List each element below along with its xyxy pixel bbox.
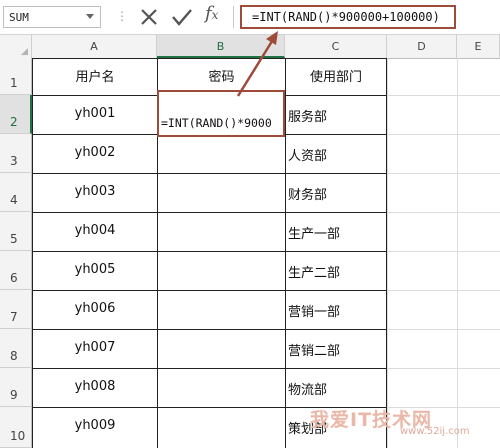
username-cell[interactable]: yh003 [33,184,157,199]
insert-function-icon[interactable]: fx [205,3,218,24]
row-header-5[interactable]: 5 [0,212,32,251]
row-header-7[interactable]: 7 [0,290,32,329]
select-all-button[interactable] [0,35,32,58]
formula-input[interactable]: =INT(RAND()*900000+100000) [240,5,456,29]
column-header-d[interactable]: D [387,35,457,58]
formula-text: =INT(RAND()*900000+100000) [252,10,440,24]
username-cell[interactable]: yh004 [33,223,157,238]
formula-divider [233,6,234,28]
row-header-4[interactable]: 4 [0,173,32,212]
department-cell[interactable]: 生产一部 [286,223,386,242]
annotation-arrow-icon [236,31,278,97]
column-header-c[interactable]: C [285,35,387,58]
header-department[interactable]: 使用部门 [286,66,386,85]
row-header-8[interactable]: 8 [0,329,32,368]
username-cell[interactable]: yh002 [33,145,157,160]
username-cell[interactable]: yh008 [33,379,157,394]
department-cell[interactable]: 营销二部 [286,340,386,359]
row-header-9[interactable]: 9 [0,368,32,407]
header-username[interactable]: 用户名 [33,66,157,85]
row-header-3[interactable]: 3 [0,134,32,173]
username-cell[interactable]: yh009 [33,418,157,433]
cancel-icon[interactable] [138,6,160,28]
active-cell-text: =INT(RAND()*9000 [161,116,272,130]
column-header-a[interactable]: A [32,35,157,58]
department-cell[interactable]: 财务部 [286,184,386,203]
chevron-down-icon[interactable] [86,14,94,19]
row-header-1[interactable]: 1 [0,58,32,95]
department-cell[interactable]: 营销一部 [286,301,386,320]
row-header-6[interactable]: 6 [0,251,32,290]
table-border-top [32,58,387,59]
username-cell[interactable]: yh007 [33,340,157,355]
department-cell[interactable]: 物流部 [286,379,386,398]
name-box[interactable]: SUM [3,6,101,28]
grip-icon: ⋮ [116,9,128,23]
row-header-10[interactable]: 10 [0,407,32,448]
check-icon[interactable] [170,6,194,28]
row-header-2[interactable]: 2 [0,95,32,134]
department-cell[interactable]: 服务部 [286,106,386,125]
username-cell[interactable]: yh006 [33,301,157,316]
watermark-url: www.52ij.com [400,426,470,437]
department-cell[interactable]: 生产二部 [286,262,386,281]
username-cell[interactable]: yh001 [33,106,157,121]
username-cell[interactable]: yh005 [33,262,157,277]
name-box-value: SUM [9,11,29,24]
column-header-e[interactable]: E [457,35,500,58]
department-cell[interactable]: 人资部 [286,145,386,164]
